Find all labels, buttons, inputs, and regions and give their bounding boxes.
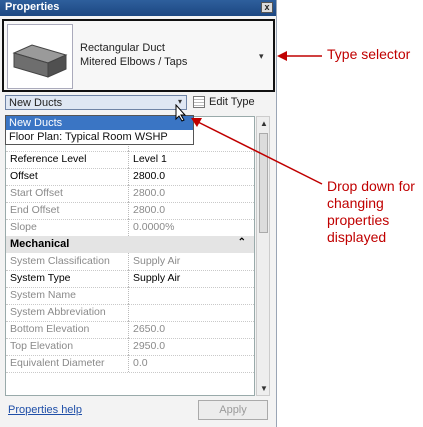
mouse-pointer-icon bbox=[175, 103, 187, 127]
annotation-arrows bbox=[191, 51, 323, 185]
